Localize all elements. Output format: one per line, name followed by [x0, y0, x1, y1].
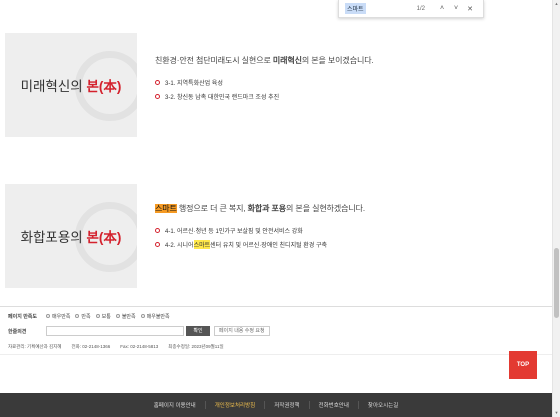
find-close-button[interactable]: ✕ [463, 5, 477, 13]
contact-phone: 전화: 02-2148-1366 [71, 344, 111, 349]
edit-request-button[interactable]: 페이지 내용 수정 요청 [214, 326, 270, 336]
footer-link-directions[interactable]: 찾아오시는길 [357, 401, 407, 409]
opinion-row: 한줄의견 확인 페이지 내용 수정 요청 [8, 326, 270, 336]
last-updated: 최종수정일: 2023년09월11일 [168, 344, 224, 349]
scroll-up-icon[interactable]: ▲ [553, 0, 560, 8]
section-divider [0, 306, 552, 307]
footer-link-guide[interactable]: 홈페이지 이용안내 [145, 401, 205, 409]
radio-icon [115, 314, 120, 318]
list-item: 4-2. 시니어 스마트 센터 유치 및 어르신·장애인 친디지털 환경 구축 [155, 237, 532, 251]
radio-icon [95, 314, 100, 318]
footer-link-copyright[interactable]: 저작권정책 [264, 401, 308, 409]
pillar-task-list: 3-1. 지역특화산업 육성 3-2. 창신동 남촉 대한민국 랜드마크 조성 … [155, 75, 532, 103]
page-scrollbar[interactable]: ▲ ▼ [552, 0, 560, 417]
opinion-label: 한줄의견 [8, 328, 27, 335]
satisfaction-survey: 페이지 만족도 매우만족 만족 보통 불만족 매우불만족 [8, 311, 175, 321]
find-match-count: 1/2 [416, 5, 425, 12]
bullet-icon [155, 241, 160, 247]
search-match: 스마트 [193, 239, 211, 249]
pillar-title-prefix: 미래혁신의 [20, 79, 83, 94]
scrollbar-thumb[interactable] [554, 248, 559, 318]
radio-very-dissatisfied[interactable]: 매우불만족 [140, 313, 170, 320]
list-item: 4-1. 어르신·청년 등 1인가구 보살핌 및 안전서비스 강화 [155, 223, 532, 237]
contact-dept: 자료관리: 기획예산과 김지혜 [8, 344, 62, 349]
contact-info: 자료관리: 기획예산과 김지혜 전화: 02-2148-1366 Fax: 02… [8, 344, 224, 350]
radio-icon [140, 314, 145, 318]
contact-fax: Fax: 02-2148-5813 [120, 344, 159, 349]
pillar-content: 친환경·안전 첨단미래도시 실현으로 미래혁신의 본을 보이겠습니다. 3-1.… [155, 55, 532, 103]
pillar-lead: 스마트 행정으로 더 큰 복지, 화합과 포용의 본을 실현하겠습니다. [155, 204, 366, 213]
pillar-title-box: 미래혁신의 본(本) [5, 33, 137, 137]
footer-link-phone[interactable]: 전화번호안내 [308, 401, 358, 409]
section-divider [0, 354, 552, 355]
pillar-title-prefix: 화합포용의 [20, 230, 83, 245]
pillar-title-highlight: 본(本) [86, 79, 122, 94]
pillar-title-box: 화합포용의 본(本) [5, 184, 137, 288]
list-item: 3-2. 창신동 남촉 대한민국 랜드마크 조성 추진 [155, 89, 532, 103]
bullet-icon [155, 227, 160, 233]
radio-icon [46, 314, 50, 318]
radio-satisfied[interactable]: 만족 [75, 313, 91, 320]
submit-button[interactable]: 확인 [186, 326, 210, 336]
survey-label: 페이지 만족도 [8, 313, 37, 320]
radio-neutral[interactable]: 보통 [95, 313, 111, 320]
radio-dissatisfied[interactable]: 불만족 [115, 313, 136, 320]
pillar-card-harmony-inclusion: 화합포용의 본(本) 스마트 행정으로 더 큰 복지, 화합과 포용의 본을 실… [5, 184, 532, 288]
pillar-task-list: 4-1. 어르신·청년 등 1인가구 보살핌 및 안전서비스 강화 4-2. 시… [155, 223, 532, 251]
find-query-input[interactable]: 스마트 [345, 3, 366, 14]
pillar-card-future-innovation: 미래혁신의 본(本) 친환경·안전 첨단미래도시 실현으로 미래혁신의 본을 보… [5, 33, 532, 137]
pillar-title: 미래혁신의 본(本) [21, 75, 122, 95]
radio-icon [75, 314, 80, 318]
footer-link-privacy[interactable]: 개인정보처리방침 [204, 401, 264, 409]
bullet-icon [155, 93, 160, 99]
pillar-content: 스마트 행정으로 더 큰 복지, 화합과 포용의 본을 실현하겠습니다. 4-1… [155, 203, 532, 251]
find-in-page-bar[interactable]: 스마트 1/2 ˄ ˅ ✕ [338, 0, 484, 18]
find-next-button[interactable]: ˅ [449, 5, 463, 12]
pillar-lead: 친환경·안전 첨단미래도시 실현으로 미래혁신의 본을 보이겠습니다. [155, 56, 374, 65]
search-match-current: 스마트 [155, 204, 177, 213]
pillar-title-highlight: 본(本) [86, 230, 122, 245]
scroll-down-icon[interactable]: ▼ [553, 409, 560, 417]
bullet-icon [155, 79, 160, 85]
find-prev-button[interactable]: ˄ [435, 5, 449, 12]
footer-nav: 홈페이지 이용안내 개인정보처리방침 저작권정책 전화번호안내 찾아오시는길 [0, 393, 552, 417]
scroll-top-button[interactable]: TOP [509, 351, 537, 379]
pillar-title: 화합포용의 본(本) [21, 226, 122, 246]
opinion-input[interactable] [46, 326, 184, 336]
radio-very-satisfied[interactable]: 매우만족 [46, 313, 70, 320]
list-item: 3-1. 지역특화산업 육성 [155, 75, 532, 89]
